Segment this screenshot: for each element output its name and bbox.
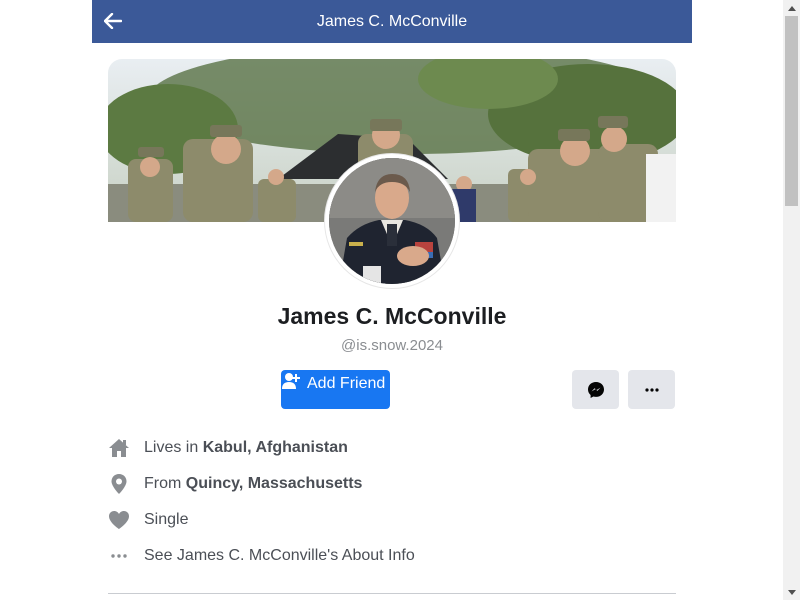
ellipsis-icon — [108, 545, 130, 567]
lives-place: Kabul, Afghanistan — [202, 439, 348, 456]
profile-picture[interactable] — [325, 154, 459, 288]
scroll-down-arrow[interactable] — [783, 584, 800, 600]
page: James C. McConville James C. McConville … — [0, 0, 783, 600]
info-lives-in: Lives in Kabul, Afghanistan — [108, 436, 348, 460]
scrollbar-thumb[interactable] — [785, 16, 798, 206]
profile-name: James C. McConville — [277, 303, 507, 329]
about-info-link[interactable]: See James C. McConville's About Info — [108, 544, 415, 568]
message-button[interactable] — [572, 370, 619, 409]
more-icon — [644, 387, 659, 392]
top-bar: James C. McConville — [92, 0, 692, 43]
about-info-label: See James C. McConville's About Info — [144, 547, 415, 564]
add-friend-label: Add Friend — [307, 375, 386, 392]
add-friend-icon — [281, 372, 301, 395]
lives-prefix: Lives in — [144, 439, 199, 456]
more-options-button[interactable] — [628, 370, 675, 409]
from-place: Quincy, Massachusetts — [185, 475, 363, 492]
info-from: From Quincy, Massachusetts — [108, 472, 362, 496]
page-title: James C. McConville — [316, 13, 468, 30]
vertical-scrollbar[interactable] — [783, 0, 800, 600]
home-icon — [108, 437, 130, 459]
relationship-status: Single — [144, 511, 189, 528]
location-pin-icon — [108, 473, 130, 495]
add-friend-button[interactable]: Add Friend — [281, 370, 390, 409]
profile-handle: @is.snow.2024 — [341, 337, 443, 354]
info-relationship: Single — [108, 508, 188, 532]
heart-icon — [108, 509, 130, 531]
messenger-icon — [587, 381, 604, 398]
from-prefix: From — [144, 475, 182, 492]
scroll-up-arrow[interactable] — [783, 0, 800, 16]
section-divider — [108, 593, 676, 594]
avatar-image — [329, 158, 455, 284]
